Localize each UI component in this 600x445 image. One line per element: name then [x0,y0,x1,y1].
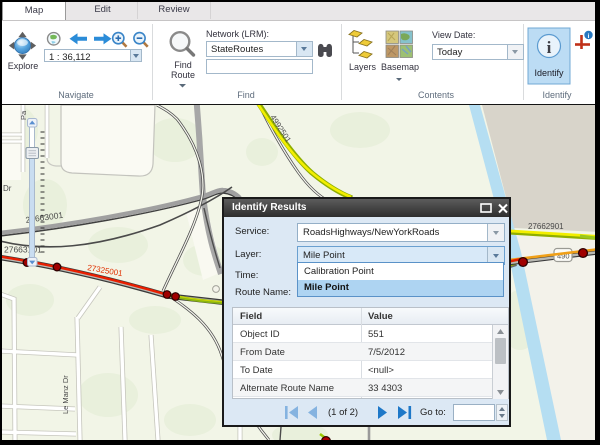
svg-text:Le Manz Dr: Le Manz Dr [61,375,70,414]
svg-text:i: i [588,33,590,40]
svg-text:Pa: Pa [19,110,28,120]
svg-text:Identify: Identify [534,68,564,78]
svg-text:27663101: 27663101 [4,245,42,255]
svg-text:i: i [547,38,552,57]
svg-text:27662901: 27662901 [528,222,564,231]
svg-text:Dr: Dr [3,184,12,193]
